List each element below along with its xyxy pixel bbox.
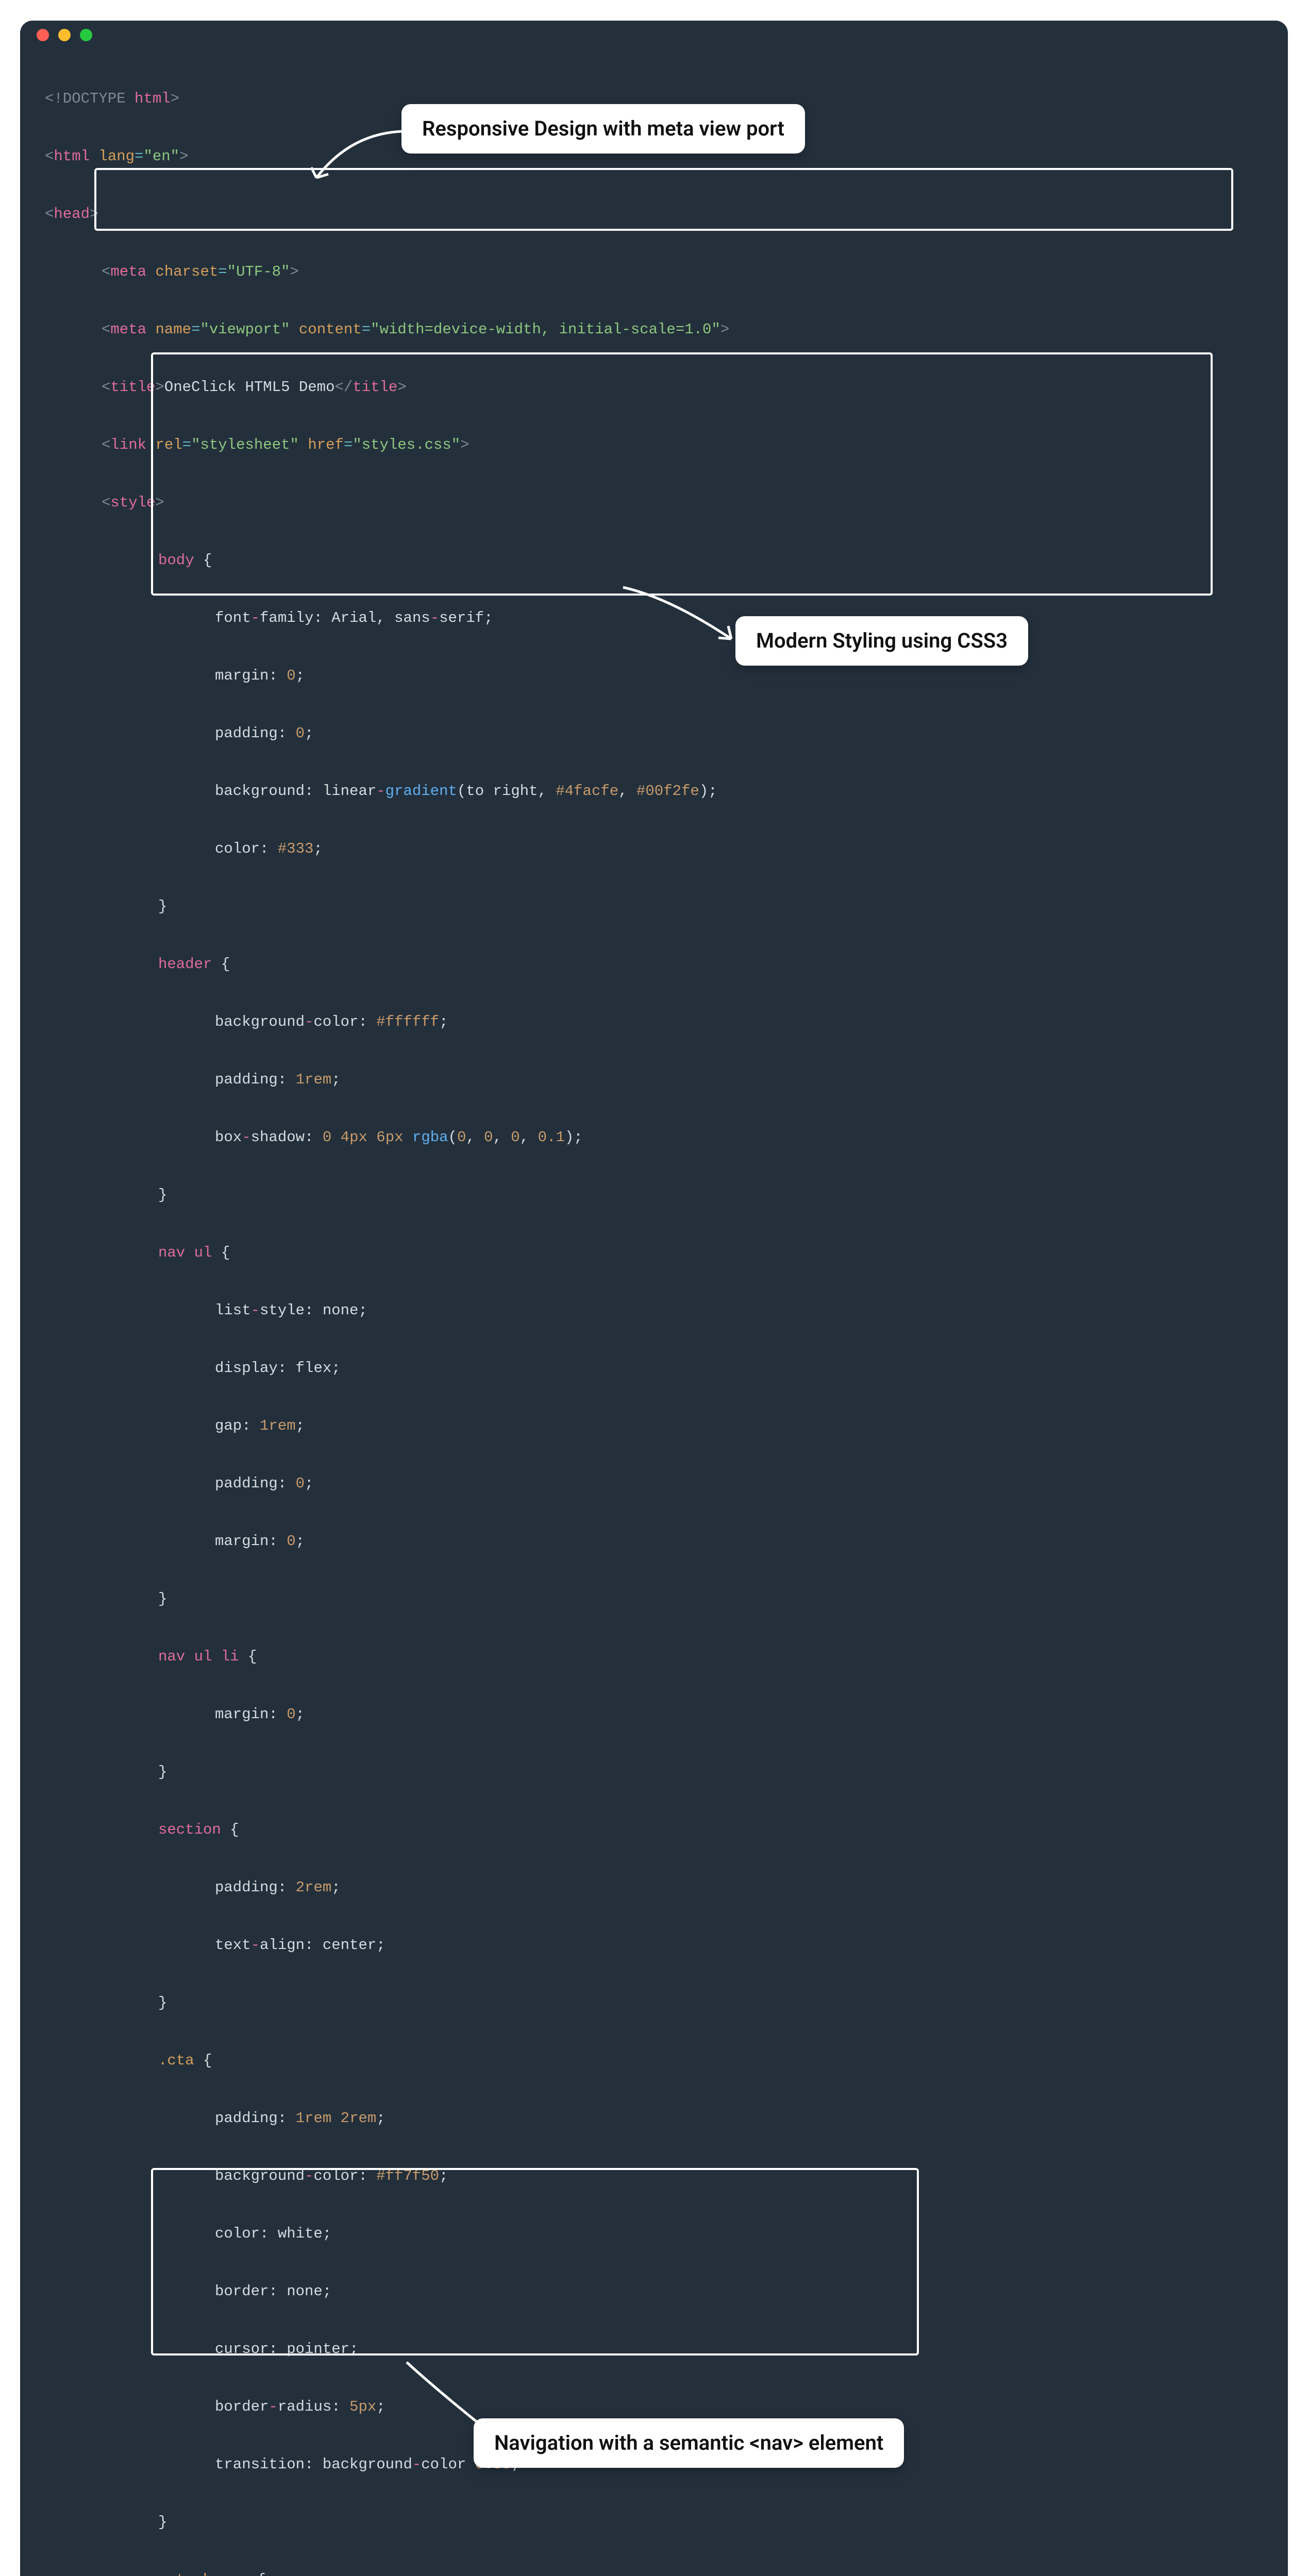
code-line: <head>: [20, 200, 1288, 229]
code-line: background-color: #ff7f50;: [20, 2162, 1288, 2191]
code-line: gap: 1rem;: [20, 1412, 1288, 1440]
code-line: font-family: Arial, sans-serif;: [20, 604, 1288, 633]
code-line: color: white;: [20, 2219, 1288, 2248]
code-line: nav ul {: [20, 1239, 1288, 1267]
code-line: section {: [20, 1816, 1288, 1844]
code-line: padding: 1rem 2rem;: [20, 2104, 1288, 2133]
code-line: <title>OneClick HTML5 Demo</title>: [20, 373, 1288, 402]
code-line: <meta name="viewport" content="width=dev…: [20, 315, 1288, 344]
callout-responsive: Responsive Design with meta view port: [401, 104, 805, 154]
code-line: text-align: center;: [20, 1931, 1288, 1960]
code-line: padding: 1rem;: [20, 1065, 1288, 1094]
code-line: padding: 2rem;: [20, 1873, 1288, 1902]
code-line: margin: 0;: [20, 1527, 1288, 1556]
code-line: border: none;: [20, 2277, 1288, 2306]
minimize-icon[interactable]: [58, 29, 71, 41]
code-line: body {: [20, 546, 1288, 575]
code-line: nav ul li {: [20, 1642, 1288, 1671]
code-line: <link rel="stylesheet" href="styles.css"…: [20, 431, 1288, 460]
callout-nav: Navigation with a semantic <nav> element: [474, 2418, 904, 2468]
code-line: padding: 0;: [20, 719, 1288, 748]
code-line: color: #333;: [20, 835, 1288, 863]
code-line: }: [20, 892, 1288, 921]
code-line: }: [20, 1585, 1288, 1614]
code-line: background: linear-gradient(to right, #4…: [20, 777, 1288, 806]
code-line: }: [20, 1181, 1288, 1210]
window-titlebar: [20, 21, 1288, 49]
code-line: background-color: #ffffff;: [20, 1008, 1288, 1037]
code-line: border-radius: 5px;: [20, 2393, 1288, 2421]
code-line: }: [20, 1989, 1288, 2018]
page-stage: <!DOCTYPE html> <html lang="en"> <head> …: [0, 0, 1308, 2576]
code-line: margin: 0;: [20, 662, 1288, 690]
code-line: <meta charset="UTF-8">: [20, 258, 1288, 286]
code-line: box-shadow: 0 4px 6px rgba(0, 0, 0, 0.1)…: [20, 1123, 1288, 1152]
code-area: <!DOCTYPE html> <html lang="en"> <head> …: [20, 49, 1288, 2576]
code-editor-window: <!DOCTYPE html> <html lang="en"> <head> …: [20, 21, 1288, 2576]
maximize-icon[interactable]: [80, 29, 92, 41]
code-line: margin: 0;: [20, 1700, 1288, 1729]
callout-css3: Modern Styling using CSS3: [735, 616, 1028, 666]
code-line: display: flex;: [20, 1354, 1288, 1383]
close-icon[interactable]: [37, 29, 49, 41]
code-line: }: [20, 1758, 1288, 1787]
code-line: .cta {: [20, 2046, 1288, 2075]
code-line: cursor: pointer;: [20, 2335, 1288, 2364]
code-line: <style>: [20, 488, 1288, 517]
code-line: .cta:hover {: [20, 2566, 1288, 2576]
code-line: header {: [20, 950, 1288, 979]
code-line: list-style: none;: [20, 1296, 1288, 1325]
code-line: padding: 0;: [20, 1469, 1288, 1498]
code-line: }: [20, 2508, 1288, 2537]
